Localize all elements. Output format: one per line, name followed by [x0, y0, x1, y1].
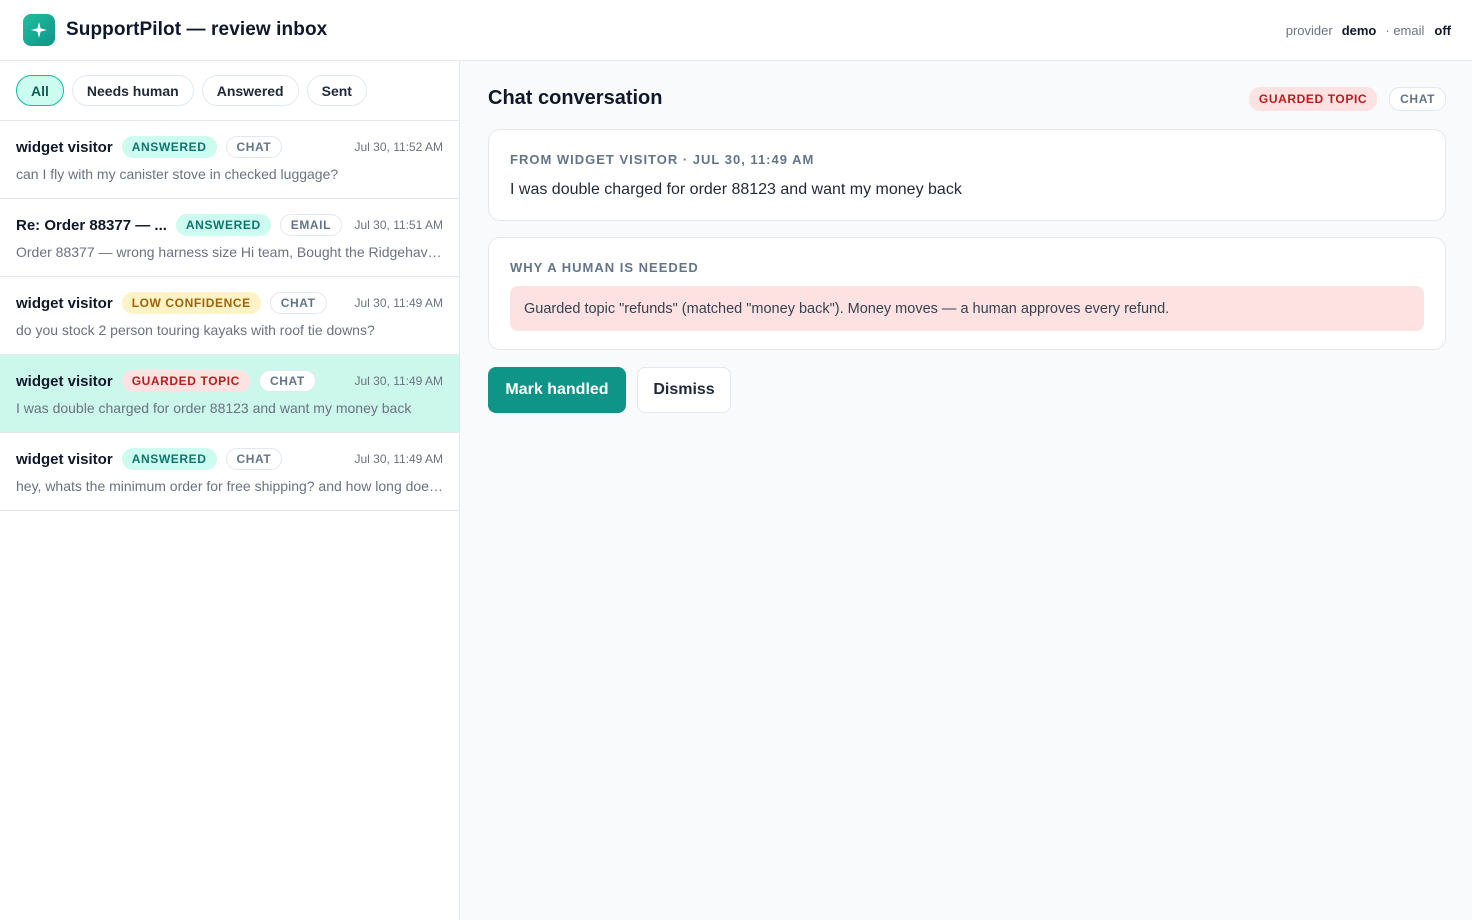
row-sender: widget visitor	[16, 450, 113, 468]
conversation-row[interactable]: widget visitor ANSWERED CHAT Jul 30, 11:…	[0, 121, 459, 199]
reason-callout: Guarded topic "refunds" (matched "money …	[510, 286, 1424, 331]
conversation-row[interactable]: widget visitor ANSWERED CHAT Jul 30, 11:…	[0, 433, 459, 511]
channel-badge: EMAIL	[279, 214, 343, 236]
row-preview: I was double charged for order 88123 and…	[16, 400, 412, 416]
detail-status-badge: GUARDED TOPIC	[1248, 87, 1378, 111]
conversation-detail: Chat conversation GUARDED TOPIC CHAT FRO…	[460, 61, 1472, 920]
row-sender: widget visitor	[16, 294, 113, 312]
email-label: · email	[1385, 23, 1425, 38]
row-preview: can I fly with my canister stove in chec…	[16, 166, 339, 182]
row-timestamp: Jul 30, 11:52 AM	[354, 140, 444, 154]
reason-card: WHY A HUMAN IS NEEDED Guarded topic "ref…	[488, 237, 1446, 350]
message-meta: FROM WIDGET VISITOR · JUL 30, 11:49 AM	[510, 152, 815, 167]
status-badge: ANSWERED	[121, 448, 217, 470]
app-title: SupportPilot — review inbox	[66, 19, 328, 40]
filter-needs-human[interactable]: Needs human	[71, 75, 194, 106]
row-timestamp: Jul 30, 11:51 AM	[354, 218, 444, 232]
row-preview: hey, whats the minimum order for free sh…	[16, 478, 443, 494]
row-timestamp: Jul 30, 11:49 AM	[354, 374, 444, 388]
filter-answered[interactable]: Answered	[201, 75, 299, 106]
status-badge: ANSWERED	[121, 136, 217, 158]
row-sender: widget visitor	[16, 138, 113, 156]
top-bar: SupportPilot — review inbox provider dem…	[0, 0, 1472, 61]
conversation-sidebar: All Needs human Answered Sent widget vis…	[0, 61, 460, 920]
row-sender: widget visitor	[16, 372, 113, 390]
row-sender: Re: Order 88377 — ...	[16, 216, 167, 234]
conversation-row[interactable]: Re: Order 88377 — ... ANSWERED EMAIL Jul…	[0, 199, 459, 277]
sparkle-icon	[23, 14, 55, 46]
email-value: off	[1434, 23, 1451, 38]
conversation-row[interactable]: widget visitor LOW CONFIDENCE CHAT Jul 3…	[0, 277, 459, 355]
row-preview: Order 88377 — wrong harness size Hi team…	[16, 244, 443, 260]
status-badge: LOW CONFIDENCE	[121, 292, 261, 314]
reason-heading: WHY A HUMAN IS NEEDED	[510, 260, 699, 275]
conversation-row-selected[interactable]: widget visitor GUARDED TOPIC CHAT Jul 30…	[0, 355, 459, 433]
filter-all[interactable]: All	[16, 75, 64, 106]
status-badge: GUARDED TOPIC	[121, 370, 250, 392]
provider-status: provider demo · email off	[1286, 23, 1451, 38]
row-timestamp: Jul 30, 11:49 AM	[354, 452, 444, 466]
mark-handled-button[interactable]: Mark handled	[488, 367, 626, 413]
dismiss-button[interactable]: Dismiss	[637, 367, 731, 413]
channel-badge: CHAT	[225, 448, 283, 470]
filter-sent[interactable]: Sent	[306, 75, 367, 106]
filter-bar: All Needs human Answered Sent	[0, 61, 459, 121]
row-preview: do you stock 2 person touring kayaks wit…	[16, 322, 375, 338]
message-card: FROM WIDGET VISITOR · JUL 30, 11:49 AM I…	[488, 129, 1446, 221]
provider-label: provider	[1285, 23, 1333, 38]
channel-badge: CHAT	[269, 292, 327, 314]
channel-badge: CHAT	[225, 136, 283, 158]
row-timestamp: Jul 30, 11:49 AM	[354, 296, 444, 310]
conversation-title: Chat conversation	[488, 87, 663, 109]
message-body: I was double charged for order 88123 and…	[510, 181, 962, 198]
detail-channel-badge: CHAT	[1389, 87, 1446, 111]
detail-badges: GUARDED TOPIC CHAT	[1248, 87, 1446, 111]
provider-value: demo	[1341, 23, 1377, 38]
status-badge: ANSWERED	[175, 214, 271, 236]
channel-badge: CHAT	[258, 370, 316, 392]
